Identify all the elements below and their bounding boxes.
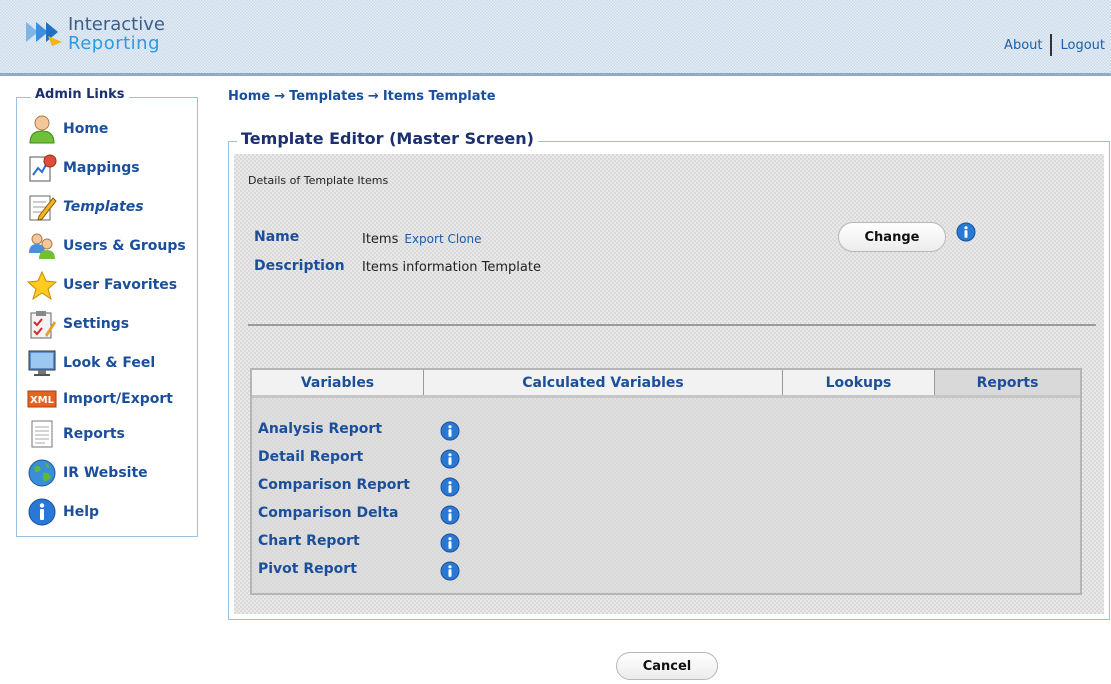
star-icon xyxy=(25,269,59,301)
user-icon xyxy=(25,113,59,145)
reports-tab-content: Analysis Report Detail Report Comparison… xyxy=(252,398,1080,593)
info-icon[interactable] xyxy=(440,505,460,525)
monitor-icon xyxy=(25,347,59,379)
info-icon[interactable] xyxy=(440,477,460,497)
sidebar-item-label: Look & Feel xyxy=(63,355,156,371)
info-icon[interactable] xyxy=(440,421,460,441)
sidebar-item-label: Reports xyxy=(63,426,125,442)
sidebar-item-label: Help xyxy=(63,504,100,520)
report-analysis[interactable]: Analysis Report xyxy=(258,421,382,437)
admin-links-panel: Admin Links Home Mappings Templates User… xyxy=(16,87,198,537)
svg-text:XML: XML xyxy=(30,395,55,406)
sidebar-item-label: Users & Groups xyxy=(63,238,186,254)
breadcrumb-arrow-icon: → xyxy=(274,89,286,104)
panel-title: Template Editor (Master Screen) xyxy=(237,129,538,148)
users-group-icon xyxy=(25,230,59,262)
tab-variables[interactable]: Variables xyxy=(252,370,424,395)
logout-link[interactable]: Logout xyxy=(1060,38,1105,53)
description-label: Description xyxy=(254,258,345,274)
export-clone-link[interactable]: Export Clone xyxy=(404,232,481,246)
about-link[interactable]: About xyxy=(1004,38,1042,53)
report-comparison[interactable]: Comparison Report xyxy=(258,477,410,493)
sidebar-item-label: IR Website xyxy=(63,465,148,481)
sidebar-item-settings[interactable]: Settings xyxy=(25,307,129,341)
breadcrumb-home[interactable]: Home xyxy=(228,89,270,104)
sidebar-item-label: User Favorites xyxy=(63,277,178,293)
breadcrumb: Home → Templates → Items Template xyxy=(228,89,496,104)
template-editor-panel: Template Editor (Master Screen) Details … xyxy=(228,129,1110,620)
sidebar-item-label: Templates xyxy=(63,199,144,215)
tab-lookups[interactable]: Lookups xyxy=(783,370,935,395)
logo-line2: Reporting xyxy=(68,33,161,54)
description-value: Items information Template xyxy=(362,260,541,275)
name-value: Items xyxy=(362,232,399,247)
logo-line1: Interactive xyxy=(68,14,165,35)
sidebar-item-help[interactable]: Help xyxy=(25,495,99,529)
report-pivot[interactable]: Pivot Report xyxy=(258,561,357,577)
change-button[interactable]: Change xyxy=(838,222,946,252)
sidebar-item-label: Settings xyxy=(63,316,130,332)
sidebar-item-import-export[interactable]: XML Import/Export xyxy=(25,382,173,416)
sidebar-item-mappings[interactable]: Mappings xyxy=(25,151,140,185)
app-logo[interactable]: Interactive Reporting xyxy=(22,14,165,54)
panel-body: Details of Template Items Name Items Expo… xyxy=(234,154,1104,614)
globe-icon xyxy=(25,457,59,489)
sidebar-item-home[interactable]: Home xyxy=(25,112,108,146)
mappings-chart-icon xyxy=(25,152,59,184)
breadcrumb-current: Items Template xyxy=(382,89,496,104)
sidebar-item-users-groups[interactable]: Users & Groups xyxy=(25,229,186,263)
section-divider xyxy=(248,324,1096,326)
info-icon[interactable] xyxy=(956,222,976,242)
report-comparison-delta[interactable]: Comparison Delta xyxy=(258,505,399,521)
info-icon xyxy=(25,496,59,528)
pencil-document-icon xyxy=(25,191,59,223)
info-icon[interactable] xyxy=(440,449,460,469)
sidebar-item-label: Home xyxy=(63,121,109,137)
link-separator xyxy=(1050,34,1053,56)
tab-reports[interactable]: Reports xyxy=(935,370,1080,395)
admin-links-title: Admin Links xyxy=(31,87,129,102)
name-value-row: Items Export Clone xyxy=(362,232,482,247)
report-document-icon xyxy=(25,418,59,450)
breadcrumb-templates[interactable]: Templates xyxy=(289,89,364,104)
tab-calculated-variables[interactable]: Calculated Variables xyxy=(424,370,783,395)
top-links: About Logout xyxy=(1004,34,1105,56)
info-icon[interactable] xyxy=(440,561,460,581)
sidebar-item-reports[interactable]: Reports xyxy=(25,417,125,451)
app-header: Interactive Reporting About Logout xyxy=(0,0,1111,76)
sidebar-item-user-favorites[interactable]: User Favorites xyxy=(25,268,177,302)
sidebar-item-ir-website[interactable]: IR Website xyxy=(25,456,148,490)
details-caption: Details of Template Items xyxy=(248,174,389,187)
info-icon[interactable] xyxy=(440,533,460,553)
logo-arrows-icon xyxy=(22,14,66,54)
xml-icon: XML xyxy=(25,383,59,415)
report-detail[interactable]: Detail Report xyxy=(258,449,363,465)
sidebar-item-label: Mappings xyxy=(63,160,140,176)
clipboard-settings-icon xyxy=(25,308,59,340)
report-chart[interactable]: Chart Report xyxy=(258,533,360,549)
sidebar-item-templates[interactable]: Templates xyxy=(25,190,144,224)
tab-bar: Variables Calculated Variables Lookups R… xyxy=(252,370,1080,398)
name-label: Name xyxy=(254,229,300,245)
cancel-button[interactable]: Cancel xyxy=(616,652,718,680)
template-tabs: Variables Calculated Variables Lookups R… xyxy=(250,368,1082,595)
sidebar-item-look-feel[interactable]: Look & Feel xyxy=(25,346,155,380)
sidebar-item-label: Import/Export xyxy=(63,391,173,407)
breadcrumb-arrow-icon: → xyxy=(367,89,379,104)
